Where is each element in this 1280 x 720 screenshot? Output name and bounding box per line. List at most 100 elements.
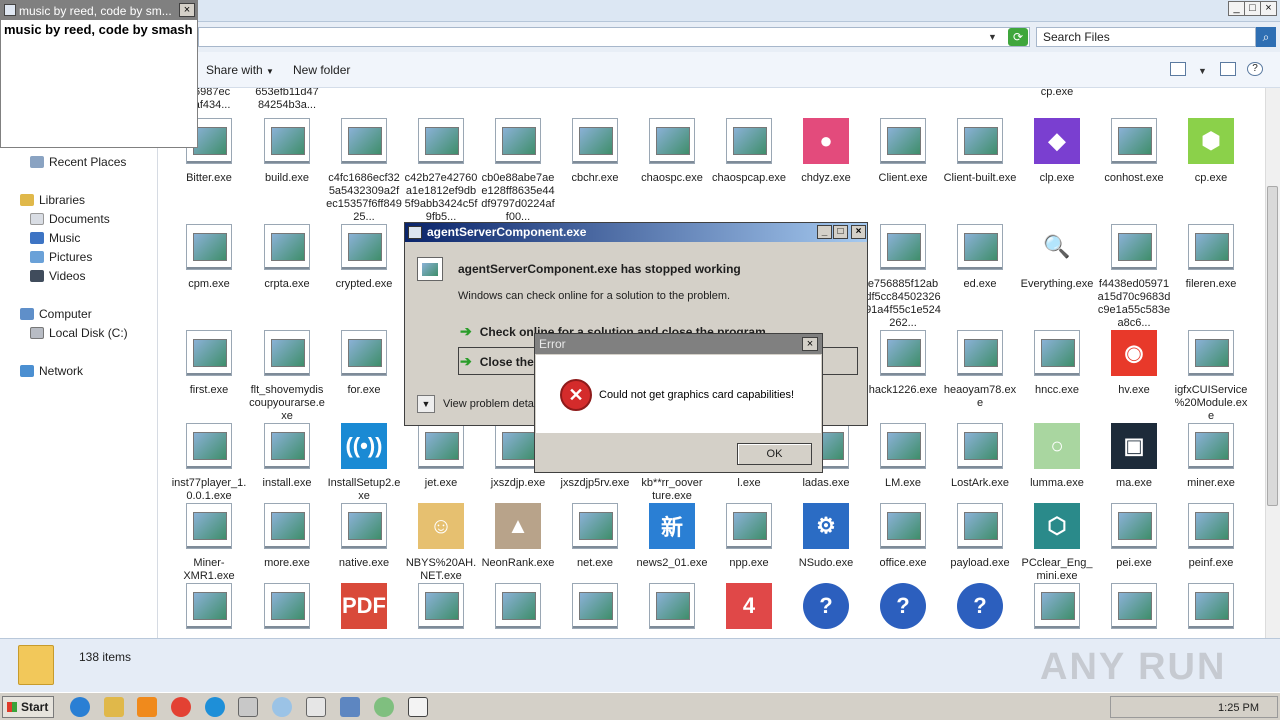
views-icon[interactable]	[1170, 62, 1186, 76]
view-details-toggle[interactable]: ▼ View problem details	[417, 395, 544, 413]
music-window-titlebar[interactable]: music by reed, code by sm... ×	[1, 1, 197, 20]
nav-local-disk[interactable]: Local Disk (C:)	[30, 326, 128, 340]
file-item[interactable]: reg.exe	[634, 583, 710, 638]
nav-computer[interactable]: Computer	[20, 307, 92, 321]
disc-icon[interactable]	[272, 697, 292, 717]
chrome-icon[interactable]	[171, 697, 191, 717]
file-item[interactable]: hack1226.exe	[865, 330, 941, 397]
file-item[interactable]: radhvpzdvhd	[480, 583, 556, 638]
file-item[interactable]: e756885f12abdf5cc8450232691a4f55c1e52426…	[865, 224, 941, 330]
new-folder-button[interactable]: New folder	[293, 63, 350, 77]
file-item[interactable]: hncc.exe	[1019, 330, 1095, 397]
file-item[interactable]: cpm.exe	[171, 224, 247, 291]
file-item[interactable]: chaospc.exe	[634, 118, 710, 185]
app-icon[interactable]	[374, 697, 394, 717]
download-icon[interactable]	[238, 697, 258, 717]
file-item[interactable]: PDFProject_8.ex	[326, 583, 402, 638]
media-player-icon[interactable]	[137, 697, 157, 717]
nav-libraries[interactable]: Libraries	[20, 193, 85, 207]
file-item[interactable]: Miner-XMR1.exe	[171, 503, 247, 583]
file-item[interactable]: ?rty29.exe	[865, 583, 941, 638]
close-button[interactable]: ×	[179, 3, 195, 17]
file-item[interactable]: ⬢ cp.exe	[1173, 118, 1249, 185]
file-item[interactable]: plink.exe	[171, 583, 247, 638]
search-input[interactable]: Search Files	[1036, 27, 1256, 47]
close-button[interactable]: ×	[1260, 1, 1277, 16]
file-item[interactable]: conhost.exe	[1096, 118, 1172, 185]
minimize-button[interactable]: _	[1228, 1, 1245, 16]
file-item[interactable]: Project7.exe	[403, 583, 479, 638]
file-item[interactable]: ?rty27.exe	[788, 583, 864, 638]
file-item[interactable]: ed.exe	[942, 224, 1018, 291]
file-item[interactable]: fileren.exe	[1173, 224, 1249, 291]
file-item[interactable]: first.exe	[171, 330, 247, 397]
close-button[interactable]: ×	[851, 225, 866, 239]
maximize-button[interactable]: □	[833, 225, 848, 239]
file-item[interactable]: ● chdyz.exe	[788, 118, 864, 185]
file-item[interactable]: 653efb11d47 84254b3a...	[249, 88, 325, 112]
file-item[interactable]: ▲ NeonRank.exe	[480, 503, 556, 570]
file-item[interactable]: ?rty49.exe	[942, 583, 1018, 638]
start-button[interactable]: Start	[2, 696, 54, 718]
file-item[interactable]: Presentation	[249, 583, 325, 638]
app-window-icon[interactable]	[306, 697, 326, 717]
file-item[interactable]: ◆ clp.exe	[1019, 118, 1095, 185]
refresh-icon[interactable]: ⟳	[1008, 28, 1028, 46]
file-item[interactable]: build.exe	[249, 118, 325, 185]
file-item[interactable]: net.exe	[557, 503, 633, 570]
file-item[interactable]: ◉ hv.exe	[1096, 330, 1172, 397]
file-item[interactable]: heaoyam78.exe	[942, 330, 1018, 410]
active-window-icon[interactable]	[408, 697, 428, 717]
file-item[interactable]: ⬡ PCclear_Eng_mini.exe	[1019, 503, 1095, 583]
file-item[interactable]: Client-built.exe	[942, 118, 1018, 185]
file-item[interactable]: rwtwaewa	[1019, 583, 1095, 638]
file-item[interactable]: cp.exe	[1019, 88, 1095, 99]
file-item[interactable]: cb0e88abe7aee128ff8635e44df9797d0224aff0…	[480, 118, 556, 224]
file-item[interactable]: c4fc1686ecf325a5432309a2fec15357f6ff8492…	[326, 118, 402, 224]
preview-pane-icon[interactable]	[1220, 62, 1236, 76]
file-item[interactable]: payload.exe	[942, 503, 1018, 570]
nav-documents[interactable]: Documents	[30, 212, 110, 226]
file-item[interactable]: LM.exe	[865, 423, 941, 490]
file-item[interactable]: Client.exe	[865, 118, 941, 185]
file-item[interactable]: chaospcap.exe	[711, 118, 787, 185]
ie-icon[interactable]	[70, 697, 90, 717]
file-item[interactable]: native.exe	[326, 503, 402, 570]
file-item[interactable]: for.exe	[326, 330, 402, 397]
chevron-down-icon[interactable]: ▼	[417, 395, 435, 413]
share-with-button[interactable]: Share with ▼	[206, 63, 274, 77]
file-item[interactable]: pei.exe	[1096, 503, 1172, 570]
file-item[interactable]: 新 news2_01.exe	[634, 503, 710, 570]
file-item[interactable]: 🔍 Everything.exe	[1019, 224, 1095, 291]
nav-music[interactable]: Music	[30, 231, 80, 245]
nav-recent-places[interactable]: Recent Places	[30, 155, 126, 169]
music-window[interactable]: music by reed, code by sm... × music by …	[0, 0, 198, 148]
search-icon[interactable]: ⌕	[1256, 27, 1276, 47]
minimize-button[interactable]: _	[817, 225, 832, 239]
crash-dialog-titlebar[interactable]: agentServerComponent.exe _ □ ×	[405, 223, 867, 242]
file-item[interactable]: crypted.exe	[326, 224, 402, 291]
help-icon[interactable]: ?	[1247, 62, 1263, 76]
file-item[interactable]: jet.exe	[403, 423, 479, 490]
maximize-button[interactable]: □	[1244, 1, 1261, 16]
chevron-down-icon[interactable]: ▼	[988, 32, 997, 42]
file-item[interactable]: sc.exe	[1096, 583, 1172, 638]
error-dialog-titlebar[interactable]: Error ×	[535, 334, 822, 354]
ok-button[interactable]: OK	[737, 443, 812, 465]
file-item[interactable]: f4438ed05971a15d70c9683dc9e1a55c583ea8c6…	[1096, 224, 1172, 330]
file-item[interactable]: Recorder.ex	[557, 583, 633, 638]
file-item[interactable]: LostArk.exe	[942, 423, 1018, 490]
clock[interactable]: 1:25 PM	[1218, 702, 1259, 714]
nav-videos[interactable]: Videos	[30, 269, 85, 283]
file-item[interactable]: ⚙ NSudo.exe	[788, 503, 864, 570]
edge-icon[interactable]	[205, 697, 225, 717]
file-item[interactable]: ((•)) InstallSetup2.exe	[326, 423, 402, 503]
file-item[interactable]: ▣ ma.exe	[1096, 423, 1172, 490]
chevron-down-icon[interactable]: ▼	[1198, 66, 1207, 76]
file-item[interactable]: flt_shovemydiscoupyourarse.exe	[249, 330, 325, 423]
file-item[interactable]: ☺ NBYS%20AH.NET.exe	[403, 503, 479, 583]
file-item[interactable]: office.exe	[865, 503, 941, 570]
file-item[interactable]: miner.exe	[1173, 423, 1249, 490]
explorer-icon[interactable]	[104, 697, 124, 717]
file-item[interactable]: crpta.exe	[249, 224, 325, 291]
